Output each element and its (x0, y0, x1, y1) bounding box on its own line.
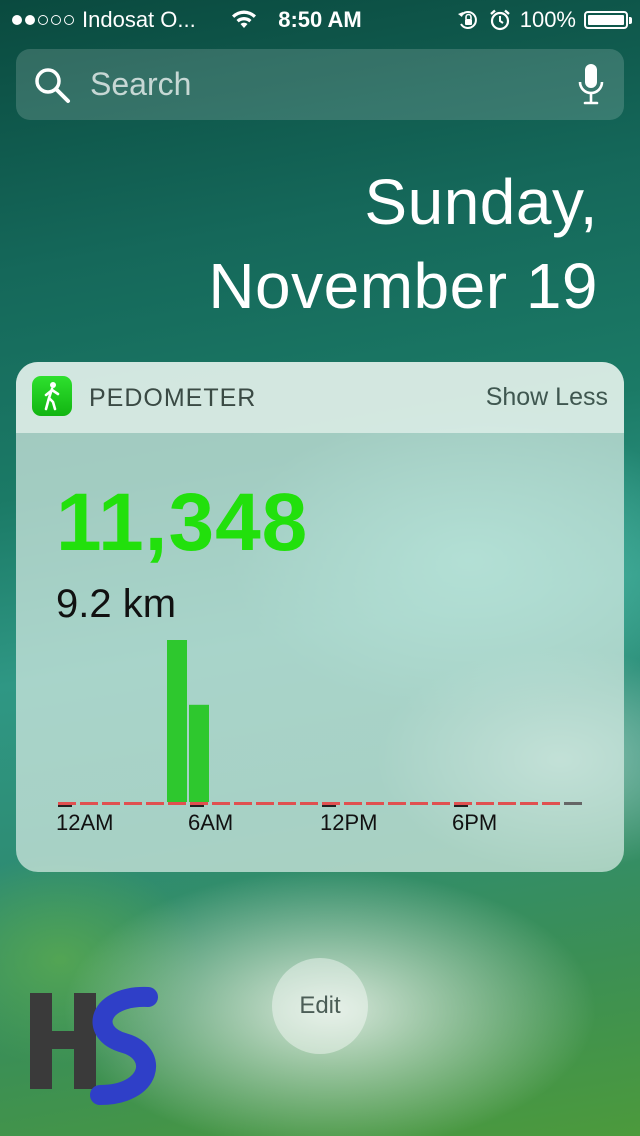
distance-value: 9.2 km (56, 582, 177, 626)
search-icon (35, 67, 70, 103)
date-month-day: November 19 (208, 250, 598, 322)
hourly-steps-chart: 12AM 6AM 12PM 6PM (56, 640, 582, 834)
battery-percent: 100% (519, 7, 576, 32)
chart-tick-label: 12AM (56, 810, 113, 834)
chart-tick-label: 12PM (320, 810, 377, 834)
pedometer-widget: PEDOMETER Show Less 11,348 9.2 km 12AM 6A… (16, 362, 624, 872)
battery-icon (584, 11, 632, 29)
date-weekday: Sunday, (364, 166, 598, 238)
search-bar[interactable]: Search (16, 49, 624, 120)
chart-tick-label: 6AM (188, 810, 233, 834)
search-input[interactable]: Search (90, 66, 576, 103)
widget-app-name: PEDOMETER (89, 384, 257, 412)
alarm-clock-icon (489, 9, 510, 31)
widget-header: PEDOMETER Show Less (16, 362, 624, 433)
watermark-logo (30, 986, 158, 1105)
chart-bar (167, 640, 187, 802)
step-count: 11,348 (56, 477, 309, 568)
rotation-lock-icon (457, 11, 477, 29)
walking-person-icon (32, 376, 72, 416)
chart-bar (189, 704, 209, 802)
show-less-button[interactable]: Show Less (486, 383, 608, 412)
date-heading: Sunday, November 19 (208, 160, 598, 328)
status-right: 100% (456, 7, 632, 33)
chart-tick-label: 6PM (452, 810, 497, 834)
status-bar: Indosat O... 8:50 AM 100% (0, 0, 640, 40)
microphone-icon[interactable] (576, 62, 606, 108)
